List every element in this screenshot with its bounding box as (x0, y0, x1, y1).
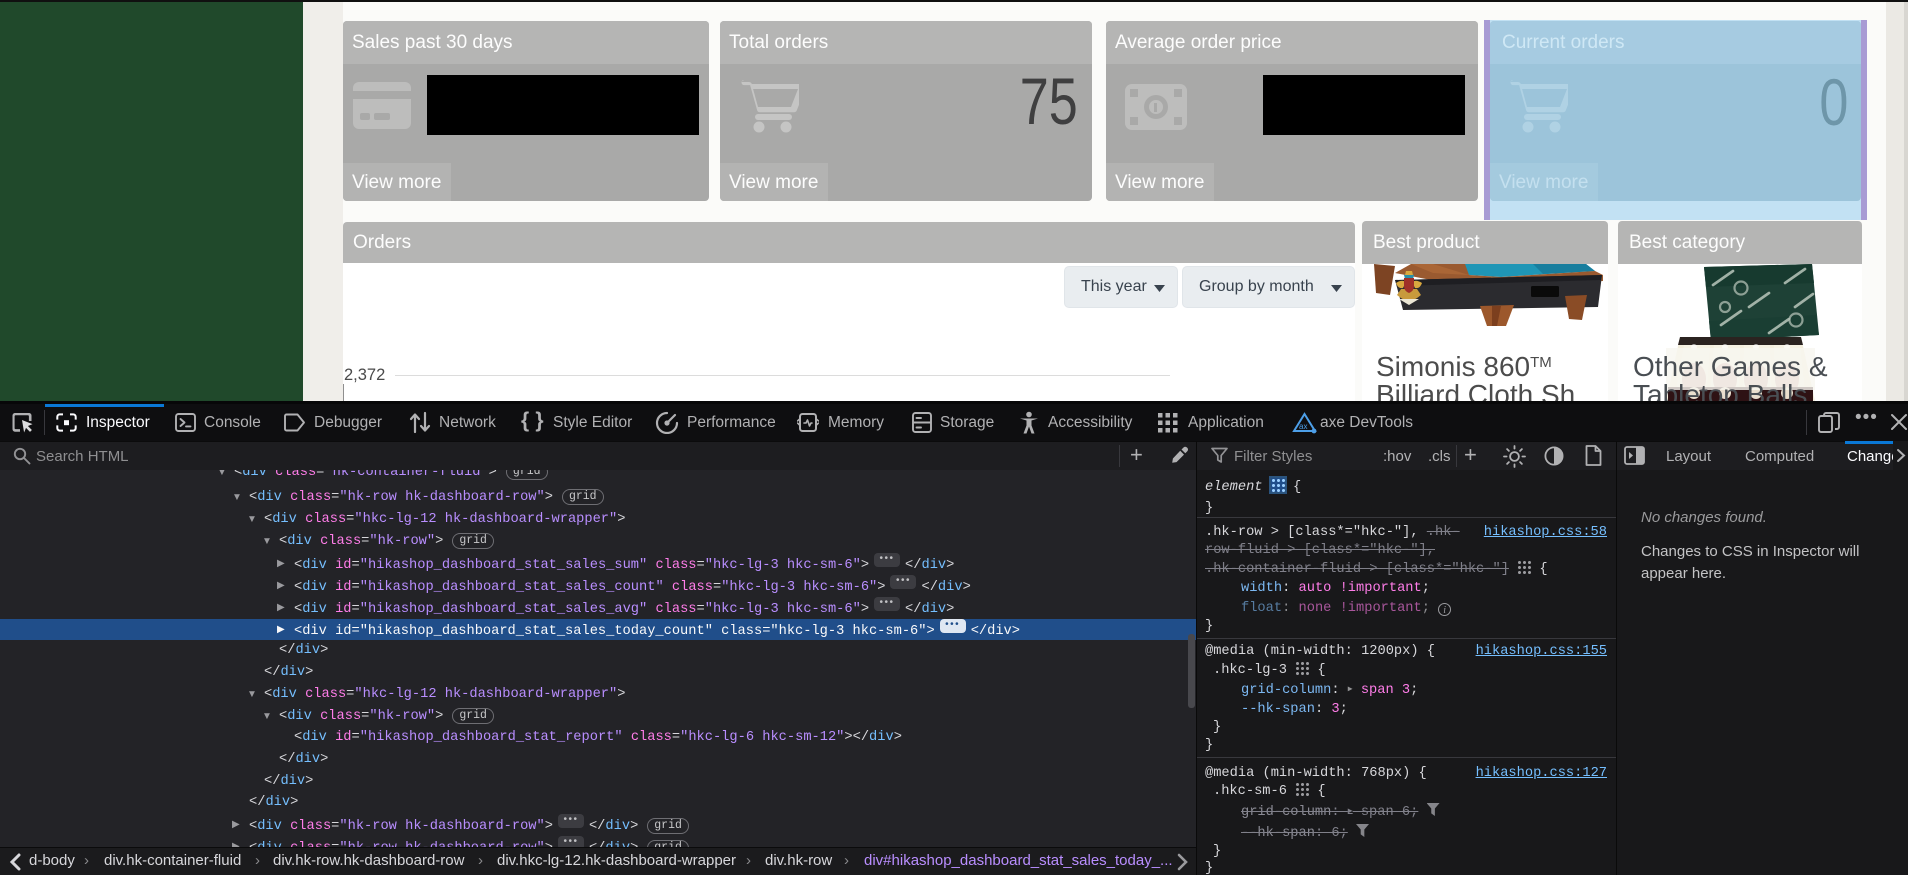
svg-text:ax: ax (1299, 422, 1307, 431)
